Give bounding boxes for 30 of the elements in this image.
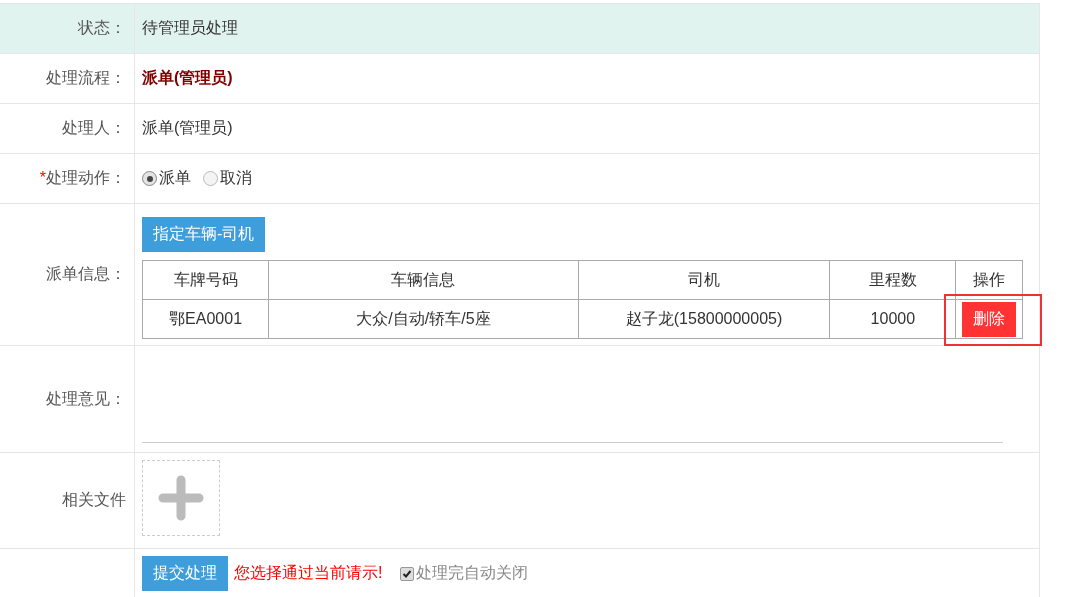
radio-button[interactable] bbox=[142, 171, 157, 186]
field-label: 处理意见： bbox=[46, 388, 126, 409]
field-label: 处理流程： bbox=[46, 68, 126, 88]
field-label: 派单信息： bbox=[46, 264, 126, 284]
field-value: 待管理员处理 bbox=[142, 18, 238, 38]
table-cell: 大众/自动/轿车/5座 bbox=[268, 299, 579, 339]
column-header: 里程数 bbox=[829, 260, 956, 300]
check-icon bbox=[402, 568, 413, 579]
radio-option[interactable]: 取消 bbox=[203, 168, 252, 189]
table-cell: 鄂EA0001 bbox=[142, 299, 269, 339]
auto-close-checkbox[interactable]: 处理完自动关闭 bbox=[400, 563, 529, 584]
column-header: 司机 bbox=[578, 260, 830, 300]
radio-option[interactable]: 派单 bbox=[142, 168, 191, 189]
plus-icon bbox=[158, 475, 204, 521]
field-label: 相关文件 bbox=[62, 490, 126, 510]
column-header: 车牌号码 bbox=[142, 260, 269, 300]
field-value: 派单(管理员) bbox=[142, 68, 233, 88]
column-header: 车辆信息 bbox=[268, 260, 579, 300]
radio-button[interactable] bbox=[203, 171, 218, 186]
field-label: *处理动作： bbox=[39, 168, 126, 188]
field-label: 状态： bbox=[78, 18, 126, 38]
upload-button[interactable] bbox=[142, 460, 220, 536]
table-cell: 赵子龙(15800000005) bbox=[578, 299, 830, 339]
status-message: 您选择通过当前请示! bbox=[234, 563, 383, 583]
assign-button[interactable]: 指定车辆-司机 bbox=[142, 217, 266, 252]
submit-button[interactable]: 提交处理 bbox=[142, 556, 228, 591]
delete-button[interactable]: 删除 bbox=[962, 301, 1017, 337]
field-value: 派单(管理员) bbox=[142, 118, 233, 138]
table-cell: 10000 bbox=[829, 299, 956, 339]
field-label: 处理人： bbox=[62, 118, 126, 138]
